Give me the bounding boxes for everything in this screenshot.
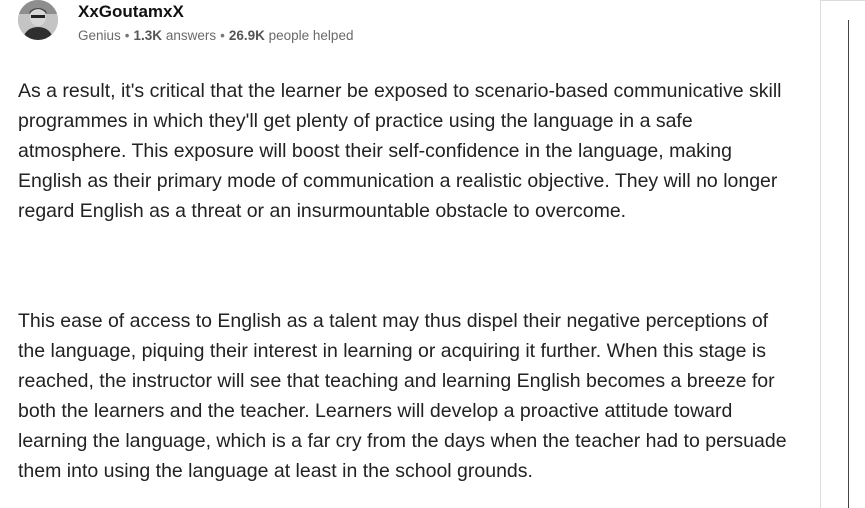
- answers-count: 1.3K: [133, 28, 163, 43]
- answers-label: answers: [165, 28, 217, 43]
- sidebar-divider: [848, 20, 849, 508]
- helped-count: 26.9K: [228, 28, 265, 43]
- answer-paragraph: As a result, it's critical that the lear…: [18, 80, 782, 222]
- answer-paragraph: This ease of access to English as a tale…: [18, 310, 787, 482]
- author-avatar[interactable]: [18, 0, 58, 40]
- separator-dot: •: [220, 28, 225, 43]
- author-name[interactable]: XxGoutamxX: [78, 2, 184, 22]
- separator-dot: •: [124, 28, 130, 43]
- helped-label: people helped: [268, 28, 354, 43]
- avatar-icon: [18, 0, 58, 40]
- sidebar-panel: [820, 0, 865, 508]
- answer-card: XxGoutamxX Genius • 1.3K answers • 26.9K peo…: [0, 0, 800, 508]
- author-stats: Genius • 1.3K answers • 26.9K people helped: [78, 28, 353, 43]
- author-rank: Genius: [78, 28, 121, 43]
